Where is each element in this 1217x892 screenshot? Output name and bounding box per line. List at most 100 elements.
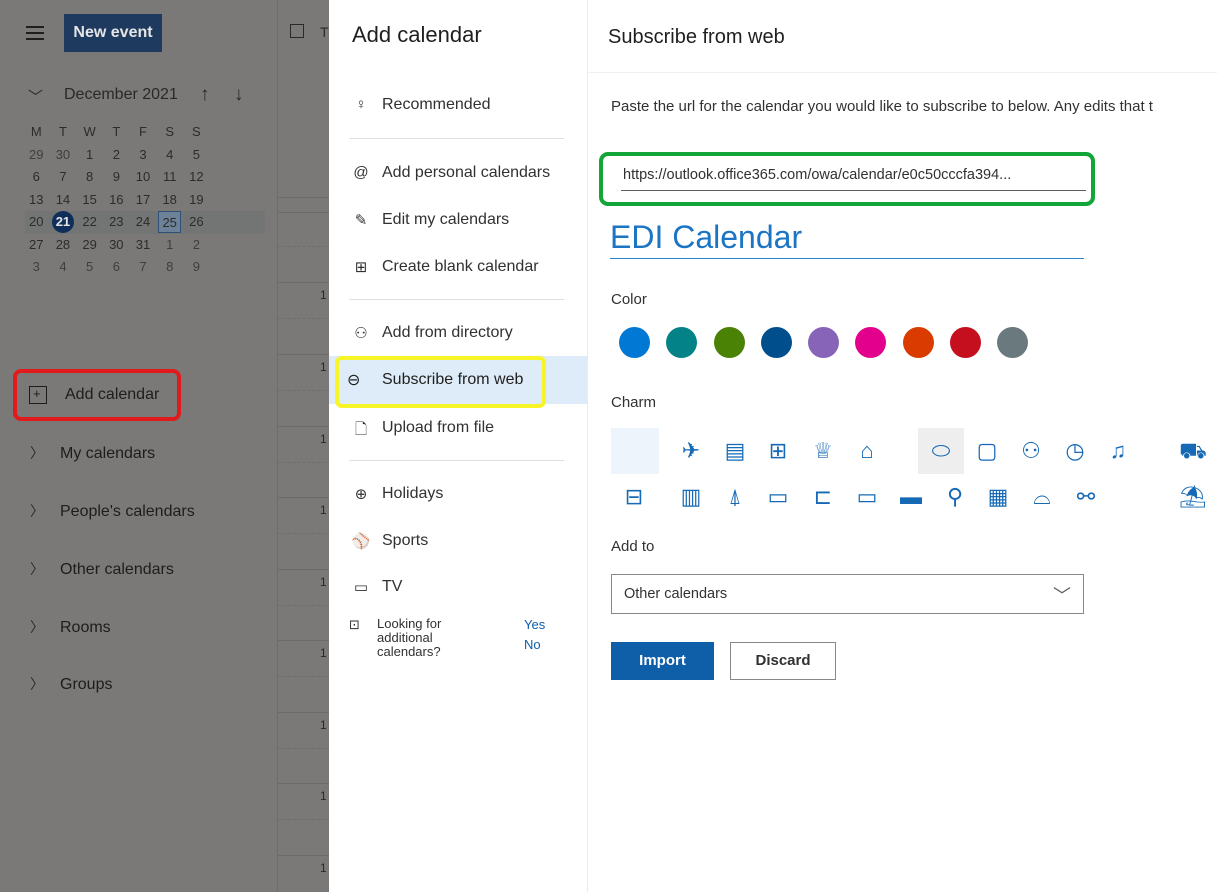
birthday-cake-icon[interactable]: ⍋ [712,474,758,520]
day-cell[interactable]: 24 [132,211,155,233]
nav-group-other-calendars[interactable]: 〉 Other calendars [30,555,174,583]
day-cell[interactable]: 6 [25,166,48,188]
subscribe-from-web-highlight[interactable]: ⊖ Subscribe from web [335,356,546,408]
day-cell[interactable]: 29 [78,234,101,256]
menu-item-sports[interactable]: ⚾ Sports [349,522,587,562]
people-icon[interactable]: ⚇ [1008,428,1054,474]
home-icon[interactable]: ⌂ [844,428,890,474]
day-cell[interactable]: 2 [105,144,128,166]
url-input-highlight[interactable]: https://outlook.office365.com/owa/calend… [599,152,1095,206]
day-cell[interactable]: 30 [105,234,128,256]
day-cell[interactable]: 18 [158,189,181,211]
menu-item-upload-from-file[interactable]: 🗋 Upload from file [349,409,587,449]
day-cell[interactable]: 8 [78,166,101,188]
color-swatch-red[interactable] [950,327,981,358]
next-month-arrow-icon[interactable]: ↓ [234,84,244,106]
day-cell[interactable]: 7 [52,166,75,188]
day-cell[interactable]: 20 [25,211,48,233]
pill-icon[interactable]: ⬭ [918,428,964,474]
beach-umbrella-icon[interactable]: ⛱ [1172,474,1214,520]
menu-item-add-from-directory[interactable]: ⚇ Add from directory [349,314,587,354]
add-calendar-link[interactable]: Add calendar [13,369,181,421]
color-swatch-navy[interactable] [761,327,792,358]
day-cell[interactable]: 29 [25,144,48,166]
feedback-no-link[interactable]: No [524,637,541,652]
menu-item-recommended[interactable]: ♀ Recommended [349,86,587,126]
previous-month-arrow-icon[interactable]: ↑ [200,84,210,106]
discard-button[interactable]: Discard [730,642,836,680]
day-cell[interactable]: 6 [105,256,128,278]
graduation-cap-icon[interactable]: ⌓ [1019,474,1065,520]
nav-group-groups[interactable]: 〉 Groups [30,670,112,698]
day-cell[interactable]: 15 [78,189,101,211]
menu-item-holidays[interactable]: ⊕ Holidays [349,475,587,515]
trophy-icon[interactable]: ♕ [800,428,846,474]
day-cell[interactable]: 3 [132,144,155,166]
color-swatch-gray[interactable] [997,327,1028,358]
color-swatch-teal[interactable] [666,327,697,358]
menu-item-tv[interactable]: ▭ TV [349,568,587,608]
hamburger-menu-icon[interactable] [26,26,44,40]
clipboard-icon[interactable]: ▤ [712,428,758,474]
day-cell[interactable]: 4 [158,144,181,166]
nav-group-rooms[interactable]: 〉 Rooms [30,613,111,641]
day-cell[interactable]: 22 [78,211,101,233]
bicycle-icon[interactable]: ⚲ [932,474,978,520]
day-cell[interactable]: 13 [25,189,48,211]
color-swatch-pink[interactable] [855,327,886,358]
charm-none[interactable] [611,428,659,474]
add-to-dropdown[interactable]: Other calendars ﹀ [611,574,1084,614]
day-cell[interactable]: 7 [132,256,155,278]
briefcase-icon[interactable]: ▢ [964,428,1010,474]
medical-kit-icon[interactable]: ⊞ [755,428,801,474]
day-cell[interactable]: 8 [158,256,181,278]
day-cell-today[interactable]: 21 [51,211,75,234]
nav-group-my-calendars[interactable]: 〉 My calendars [30,439,155,467]
stopwatch-icon[interactable]: ◷ [1052,428,1098,474]
menu-item-create-blank[interactable]: ⊞ Create blank calendar [349,248,587,288]
book-icon[interactable]: ▥ [668,474,714,520]
calendar-name-input[interactable]: EDI Calendar [610,219,802,256]
feedback-yes-link[interactable]: Yes [524,617,545,632]
airplane-icon[interactable]: ✈ [668,428,714,474]
color-swatch-blue[interactable] [619,327,650,358]
car-icon[interactable]: ⛟ [1172,428,1214,474]
ticket-icon[interactable]: ▭ [844,474,890,520]
day-cell[interactable]: 9 [185,256,208,278]
collapse-chevron-icon[interactable]: ﹀ [28,86,43,107]
menu-item-edit-my-calendars[interactable]: ✎ Edit my calendars [349,201,587,241]
color-swatch-purple[interactable] [808,327,839,358]
truck-icon[interactable]: ⊏ [800,474,846,520]
day-cell[interactable]: 14 [52,189,75,211]
day-cell[interactable]: 1 [158,234,181,256]
day-cell[interactable]: 31 [132,234,155,256]
month-label[interactable]: December 2021 [64,86,178,104]
day-cell[interactable]: 26 [185,211,208,233]
bus-icon[interactable]: ▦ [975,474,1021,520]
url-input[interactable]: https://outlook.office365.com/owa/calend… [623,167,1011,183]
day-cell[interactable]: 16 [105,189,128,211]
clapperboard-icon[interactable]: ⊟ [611,474,657,520]
day-cell[interactable]: 27 [25,234,48,256]
music-note-icon[interactable]: ♫ [1095,428,1141,474]
import-button[interactable]: Import [611,642,714,680]
day-cell[interactable]: 2 [185,234,208,256]
day-cell[interactable]: 19 [185,189,208,211]
menu-item-add-personal[interactable]: @ Add personal calendars [349,154,587,194]
dumbbell-icon[interactable]: ⚯ [1063,474,1109,520]
day-cell[interactable]: 17 [132,189,155,211]
day-cell[interactable]: 1 [78,144,101,166]
day-cell[interactable]: 10 [132,166,155,188]
monitor-icon[interactable]: ▭ [755,474,801,520]
day-cell[interactable]: 3 [25,256,48,278]
day-cell[interactable]: 30 [52,144,75,166]
day-cell[interactable]: 5 [78,256,101,278]
new-event-button[interactable]: New event [64,14,162,52]
day-cell[interactable]: 12 [185,166,208,188]
day-cell[interactable]: 4 [52,256,75,278]
day-cell[interactable]: 5 [185,144,208,166]
day-cell[interactable]: 28 [52,234,75,256]
day-cell[interactable]: 23 [105,211,128,233]
color-swatch-green[interactable] [714,327,745,358]
day-cell[interactable]: 9 [105,166,128,188]
